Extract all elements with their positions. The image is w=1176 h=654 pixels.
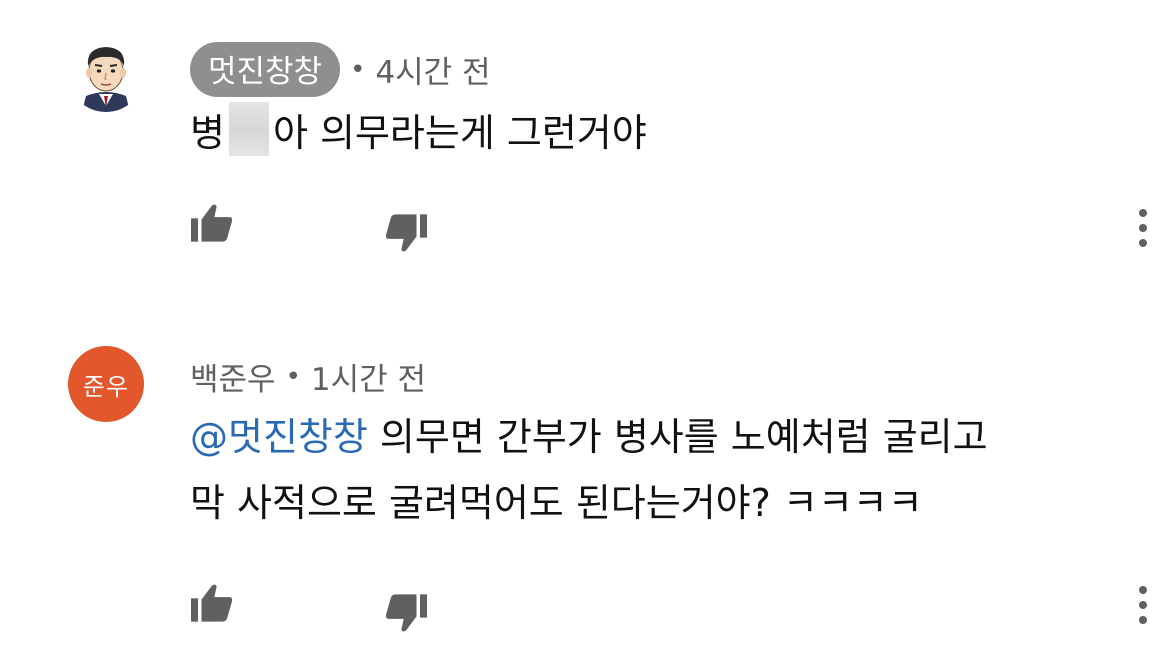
avatar[interactable] [68, 36, 144, 112]
timestamp: 1시간 전 [310, 362, 427, 398]
redaction-blur [228, 102, 269, 156]
author-name[interactable]: 백준우 [190, 354, 276, 399]
comment-line-2: 막 사적으로 굴려먹어도 된다는거야? ㅋㅋㅋㅋ [190, 481, 923, 525]
dislike-button[interactable] [378, 205, 434, 261]
thumbs-down-icon [385, 594, 427, 632]
author-name-chip[interactable]: 멋진창창 [190, 42, 341, 97]
thumbs-up-icon [191, 584, 233, 622]
timestamp: 4시간 전 [375, 55, 491, 91]
like-button[interactable] [184, 195, 240, 251]
mention-link[interactable]: @멋진창창 [190, 415, 368, 459]
thumbs-down-icon [385, 214, 427, 252]
comment-text-rest: 아 의무라는게 그런거야 [272, 111, 647, 155]
avatar[interactable]: 준우 [68, 346, 144, 422]
more-options-button[interactable] [1128, 201, 1158, 257]
more-vertical-icon [1139, 586, 1147, 624]
comment-line-1: @멋진창창 의무면 간부가 병사를 노예처럼 굴리고 [190, 404, 988, 470]
more-vertical-icon [1139, 209, 1147, 247]
more-options-button[interactable] [1128, 578, 1158, 634]
comment-line-1-text: 의무면 간부가 병사를 노예처럼 굴리고 [367, 415, 988, 459]
comment-text: 병 아 의무라는게 그런거야 [190, 100, 647, 166]
separator-dot: • [350, 54, 366, 85]
comment-meta: 멋진창창 • 4시간 전 [190, 42, 491, 97]
comment-item: 멋진창창 • 4시간 전 병 아 의무라는게 그런거야 [0, 0, 1176, 300]
dislike-button[interactable] [378, 585, 434, 641]
comment-meta: 백준우 • 1시간 전 [190, 354, 426, 399]
like-button[interactable] [184, 575, 240, 631]
comment-text: @멋진창창 의무면 간부가 병사를 노예처럼 굴리고 막 사적으로 굴려먹어도 … [190, 404, 988, 536]
thumbs-up-icon [191, 204, 233, 242]
cartoon-man-avatar-icon [68, 36, 144, 112]
comment-item: 준우 백준우 • 1시간 전 @멋진창창 의무면 간부가 병사를 노예처럼 굴리… [0, 320, 1176, 654]
comment-text-start: 병 [190, 111, 225, 155]
separator-dot: • [285, 361, 301, 392]
avatar-initials: 준우 [82, 372, 130, 401]
